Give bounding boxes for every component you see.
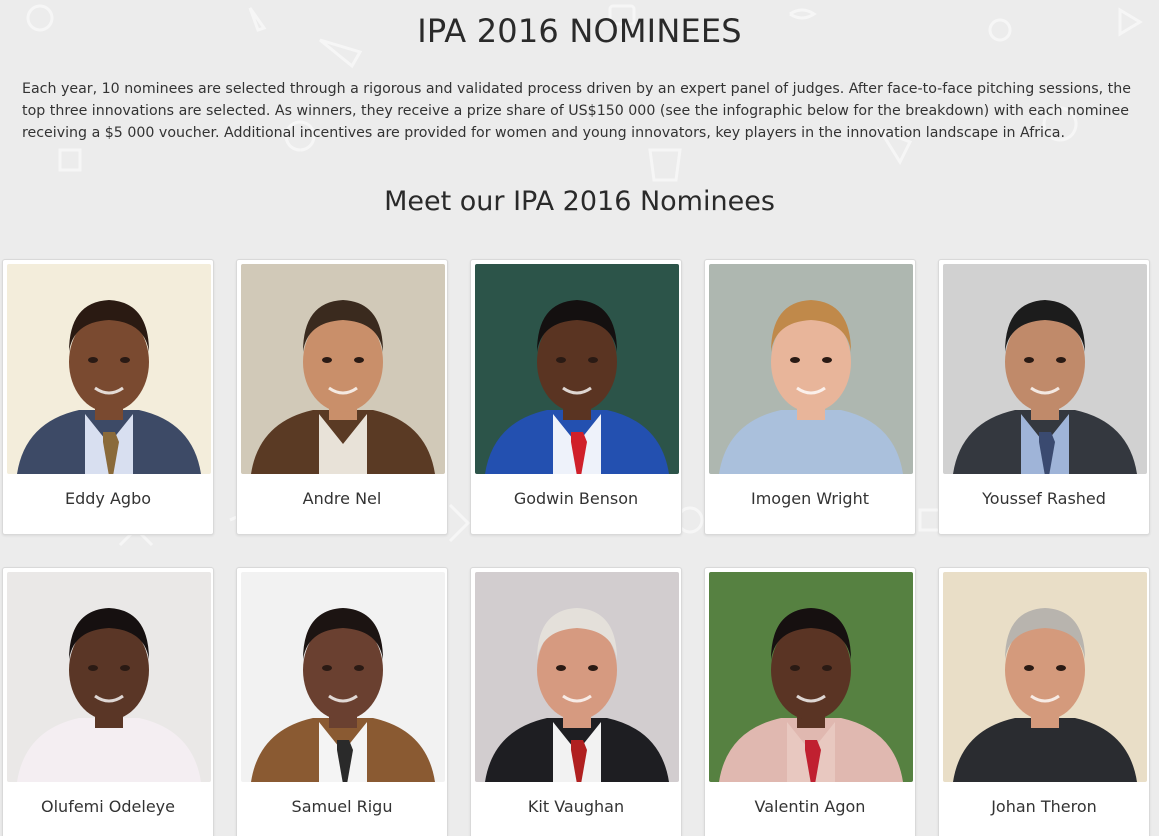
- nominee-card[interactable]: Godwin Benson: [470, 259, 682, 535]
- nominee-card[interactable]: Olufemi Odeleye: [2, 567, 214, 836]
- nominee-name[interactable]: Eddy Agbo: [3, 489, 213, 508]
- nominee-card[interactable]: Imogen Wright: [704, 259, 916, 535]
- nominee-name[interactable]: Godwin Benson: [471, 489, 681, 508]
- nominee-card[interactable]: Youssef Rashed: [938, 259, 1150, 535]
- section-heading: Meet our IPA 2016 Nominees: [384, 186, 775, 217]
- nominee-card[interactable]: Johan Theron: [938, 567, 1150, 836]
- intro-paragraph: Each year, 10 nominees are selected thro…: [22, 81, 1131, 141]
- nominee-card[interactable]: Andre Nel: [236, 259, 448, 535]
- nominee-card[interactable]: Kit Vaughan: [470, 567, 682, 836]
- nominee-card[interactable]: Eddy Agbo: [2, 259, 214, 535]
- nominee-name[interactable]: Johan Theron: [939, 797, 1149, 816]
- nominee-photo[interactable]: [241, 572, 445, 782]
- nominee-photo[interactable]: [7, 572, 211, 782]
- nominee-photo[interactable]: [709, 572, 913, 782]
- nominee-name[interactable]: Andre Nel: [237, 489, 447, 508]
- nominee-photo[interactable]: [7, 264, 211, 474]
- nominees-page: IPA 2016 NOMINEES Each year, 10 nominees…: [0, 0, 1159, 836]
- nominee-card[interactable]: Samuel Rigu: [236, 567, 448, 836]
- nominee-name[interactable]: Youssef Rashed: [939, 489, 1149, 508]
- nominee-photo[interactable]: [943, 572, 1147, 782]
- nominee-card[interactable]: Valentin Agon: [704, 567, 916, 836]
- nominee-photo[interactable]: [475, 572, 679, 782]
- nominee-photo[interactable]: [475, 264, 679, 474]
- page-title: IPA 2016 NOMINEES: [417, 12, 742, 50]
- nominee-name[interactable]: Imogen Wright: [705, 489, 915, 508]
- nominee-name[interactable]: Valentin Agon: [705, 797, 915, 816]
- nominee-photo[interactable]: [241, 264, 445, 474]
- nominee-name[interactable]: Olufemi Odeleye: [3, 797, 213, 816]
- nominee-photo[interactable]: [943, 264, 1147, 474]
- nominee-name[interactable]: Kit Vaughan: [471, 797, 681, 816]
- nominee-photo[interactable]: [709, 264, 913, 474]
- nominee-name[interactable]: Samuel Rigu: [237, 797, 447, 816]
